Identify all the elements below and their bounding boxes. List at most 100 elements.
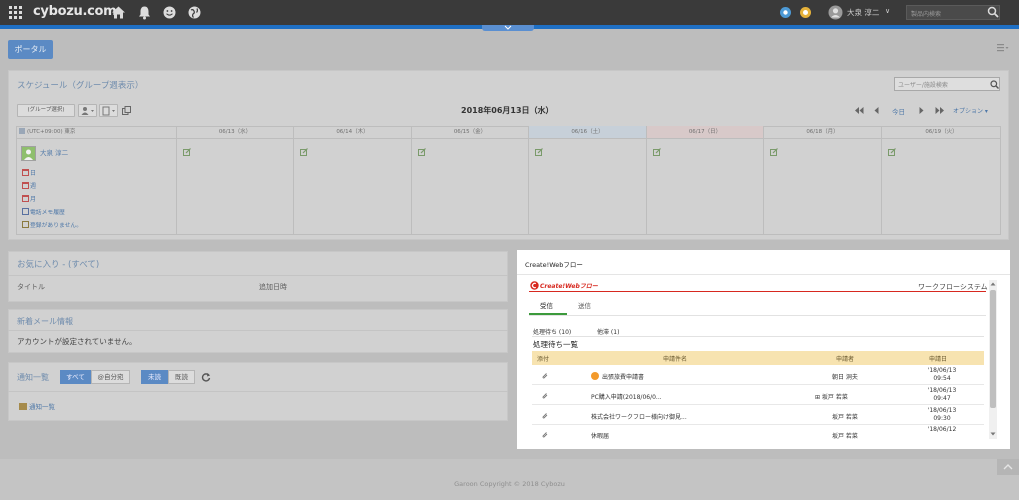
schedule-title[interactable]: スケジュール（グループ週表示） <box>17 79 143 91</box>
divider <box>8 275 508 276</box>
workflow-header <box>517 250 1010 275</box>
notify-list-link[interactable]: 通知一覧 <box>19 401 55 411</box>
prev-day-icon[interactable] <box>874 107 879 114</box>
tab-sent[interactable]: 送信 <box>578 300 591 310</box>
today-link[interactable]: 今日 <box>892 106 905 116</box>
divider <box>532 336 984 337</box>
priority-icon <box>591 372 599 380</box>
add-event-icon[interactable] <box>183 148 191 156</box>
portal-menu-icon[interactable] <box>997 44 1009 52</box>
refresh-icon[interactable] <box>201 372 211 382</box>
day-header-saturday[interactable]: 06/16（土） <box>529 126 647 138</box>
row-subject-link[interactable]: 休暇届 <box>591 431 609 440</box>
row-date-time: 09:30 <box>933 415 951 422</box>
person-icon <box>81 107 94 115</box>
day-cell[interactable] <box>412 138 529 234</box>
day-cell[interactable] <box>177 138 294 234</box>
favorites-title[interactable]: お気に入り - (すべて) <box>17 258 99 270</box>
row-applicant: ⊞ 坂戸 若菜 <box>815 394 848 401</box>
cybozu-logo[interactable]: cybozu.com <box>33 4 117 19</box>
day-header[interactable]: 06/13（水） <box>177 126 294 138</box>
divider <box>8 330 508 331</box>
subtab-other[interactable]: 他滞 (1) <box>597 327 619 336</box>
day-view-label: 日 <box>30 170 37 177</box>
add-event-icon[interactable] <box>418 148 426 156</box>
subtab-pending[interactable]: 処理待ち (10) <box>533 327 571 336</box>
day-view-link[interactable]: 日 <box>22 168 36 177</box>
row-applicant: 坂戸 若菜 <box>832 433 858 440</box>
scroll-top-button[interactable] <box>997 459 1019 475</box>
day-cell[interactable] <box>647 138 764 234</box>
day-cell[interactable] <box>529 138 647 234</box>
next-day-icon[interactable] <box>919 107 924 114</box>
add-event-icon[interactable] <box>770 148 778 156</box>
collapse-handle[interactable] <box>482 25 534 31</box>
add-event-icon[interactable] <box>300 148 308 156</box>
workflow-panel-title[interactable]: Create!Webフロー <box>525 259 583 269</box>
next-week-icon[interactable] <box>935 107 944 114</box>
user-menu-caret[interactable]: ∨ <box>885 7 890 15</box>
filter-mine-button[interactable]: @自分宛 <box>91 370 130 384</box>
day-header[interactable]: 06/14（木） <box>294 126 412 138</box>
user-search-icon[interactable] <box>990 80 999 89</box>
workflow-brand[interactable]: Create!Webフロー <box>530 281 598 290</box>
group-select[interactable]: (グループ選択) <box>17 104 75 117</box>
phone-memo-link[interactable]: 電話メモ履歴 <box>22 207 65 216</box>
favorites-col-title: タイトル <box>17 283 45 291</box>
scroll-up-icon[interactable] <box>990 281 996 287</box>
scroll-down-icon[interactable] <box>990 431 996 437</box>
filter-unread-button[interactable]: 未読 <box>141 370 168 384</box>
day-cell[interactable] <box>294 138 412 234</box>
prev-week-icon[interactable] <box>855 107 864 114</box>
app-menu-icon[interactable] <box>8 5 23 20</box>
user-name[interactable]: 大泉 淳二 <box>847 7 879 18</box>
tab-inbox[interactable]: 受信 <box>540 300 553 310</box>
smiley-icon[interactable] <box>162 5 177 20</box>
presence-status[interactable]: 登録がありません。 <box>22 220 82 229</box>
notify-list-label: 通知一覧 <box>29 403 55 411</box>
copy-icon[interactable] <box>122 106 131 115</box>
options-menu[interactable]: オプション ▾ <box>953 106 988 115</box>
row-subject-link[interactable]: 出張旅費申請書 <box>602 372 644 381</box>
row-subject-link[interactable]: PC購入申請(2018/06/0... <box>591 392 662 401</box>
status-circle-icon[interactable] <box>779 6 794 21</box>
presence-icon[interactable] <box>799 6 814 21</box>
table-header-row <box>532 351 984 365</box>
row-date-time: 09:54 <box>933 375 951 382</box>
table-row[interactable] <box>532 366 984 385</box>
filter-all-button[interactable]: すべて <box>60 370 91 384</box>
day-cell[interactable] <box>764 138 882 234</box>
row-subject-link[interactable]: 株式会社ワークフロー様向け御見... <box>591 412 687 421</box>
search-icon[interactable] <box>987 6 999 18</box>
mail-title[interactable]: 新着メール情報 <box>17 316 73 327</box>
notify-title[interactable]: 通知一覧 <box>17 372 49 383</box>
add-event-icon[interactable] <box>535 148 543 156</box>
day-header-sunday[interactable]: 06/17（日） <box>647 126 764 138</box>
home-icon[interactable] <box>111 5 126 20</box>
row-date: '18/06/13 09:47 <box>924 387 960 403</box>
month-view-link[interactable]: 月 <box>22 194 36 203</box>
calendar-month-icon <box>22 195 29 202</box>
portal-button[interactable]: ポータル <box>8 40 53 59</box>
day-header[interactable]: 06/18（月） <box>764 126 882 138</box>
user-avatar[interactable] <box>21 146 36 161</box>
person-select-button[interactable] <box>78 104 97 117</box>
globe-icon[interactable] <box>187 5 202 20</box>
row-date-time: 09:47 <box>933 395 951 402</box>
user-name-link[interactable]: 大泉 淳二 <box>40 147 68 157</box>
global-search-input[interactable]: 製品内検索 <box>906 5 1000 20</box>
day-header[interactable]: 06/15（金） <box>412 126 529 138</box>
bell-icon[interactable] <box>137 5 152 20</box>
week-view-link[interactable]: 週 <box>22 181 36 190</box>
add-event-icon[interactable] <box>653 148 661 156</box>
user-search-input[interactable]: ユーザー/施設検索 <box>894 77 1000 91</box>
user-avatar-icon[interactable] <box>828 5 843 20</box>
filter-read-button[interactable]: 既読 <box>168 370 195 384</box>
day-header[interactable]: 06/19（火） <box>882 126 1001 138</box>
chevron-down-icon <box>504 25 512 30</box>
workflow-system-label: ワークフローシステム <box>918 283 988 291</box>
add-event-icon[interactable] <box>888 148 896 156</box>
create-web-logo-icon <box>530 281 539 290</box>
facility-select-button[interactable] <box>99 104 118 117</box>
scrollbar-thumb[interactable] <box>990 290 996 408</box>
